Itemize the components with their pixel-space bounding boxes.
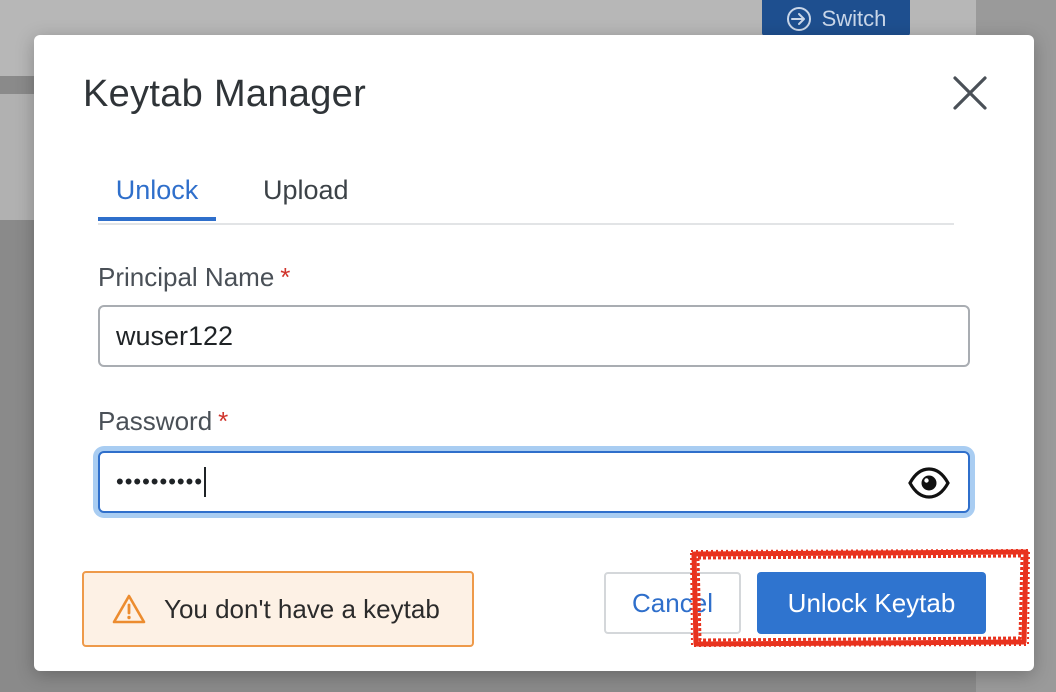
close-icon (953, 76, 987, 110)
dialog-title: Keytab Manager (83, 73, 367, 115)
warning-triangle-icon (112, 594, 146, 624)
switch-icon (786, 6, 812, 32)
close-button[interactable] (952, 75, 988, 111)
required-marker: * (280, 262, 291, 292)
tab-bar: Unlock Upload (98, 173, 954, 225)
principal-name-value: wuser122 (116, 320, 234, 351)
show-password-toggle[interactable] (908, 467, 950, 499)
unlock-keytab-button[interactable]: Unlock Keytab (757, 572, 986, 634)
text-caret (204, 467, 207, 497)
principal-name-label: Principal Name * (98, 262, 290, 293)
required-marker: * (218, 406, 229, 436)
switch-button-label: Switch (821, 6, 887, 31)
keytab-manager-dialog: Keytab Manager Unlock Upload Principal N… (34, 35, 1034, 671)
background-panel (0, 94, 36, 220)
principal-name-input[interactable]: wuser122 (98, 305, 970, 367)
switch-button: Switch (762, 0, 910, 36)
password-label: Password * (98, 406, 228, 437)
password-label-text: Password (98, 406, 213, 436)
cancel-button[interactable]: Cancel (604, 572, 741, 634)
password-input[interactable]: •••••••••• (98, 451, 970, 513)
alert-text: You don't have a keytab (164, 593, 440, 624)
no-keytab-alert: You don't have a keytab (82, 571, 474, 647)
eye-icon (908, 467, 950, 499)
tab-unlock[interactable]: Unlock (98, 175, 216, 221)
tab-upload[interactable]: Upload (263, 175, 349, 221)
password-masked-value: •••••••••• (116, 469, 204, 494)
principal-name-label-text: Principal Name (98, 262, 275, 292)
